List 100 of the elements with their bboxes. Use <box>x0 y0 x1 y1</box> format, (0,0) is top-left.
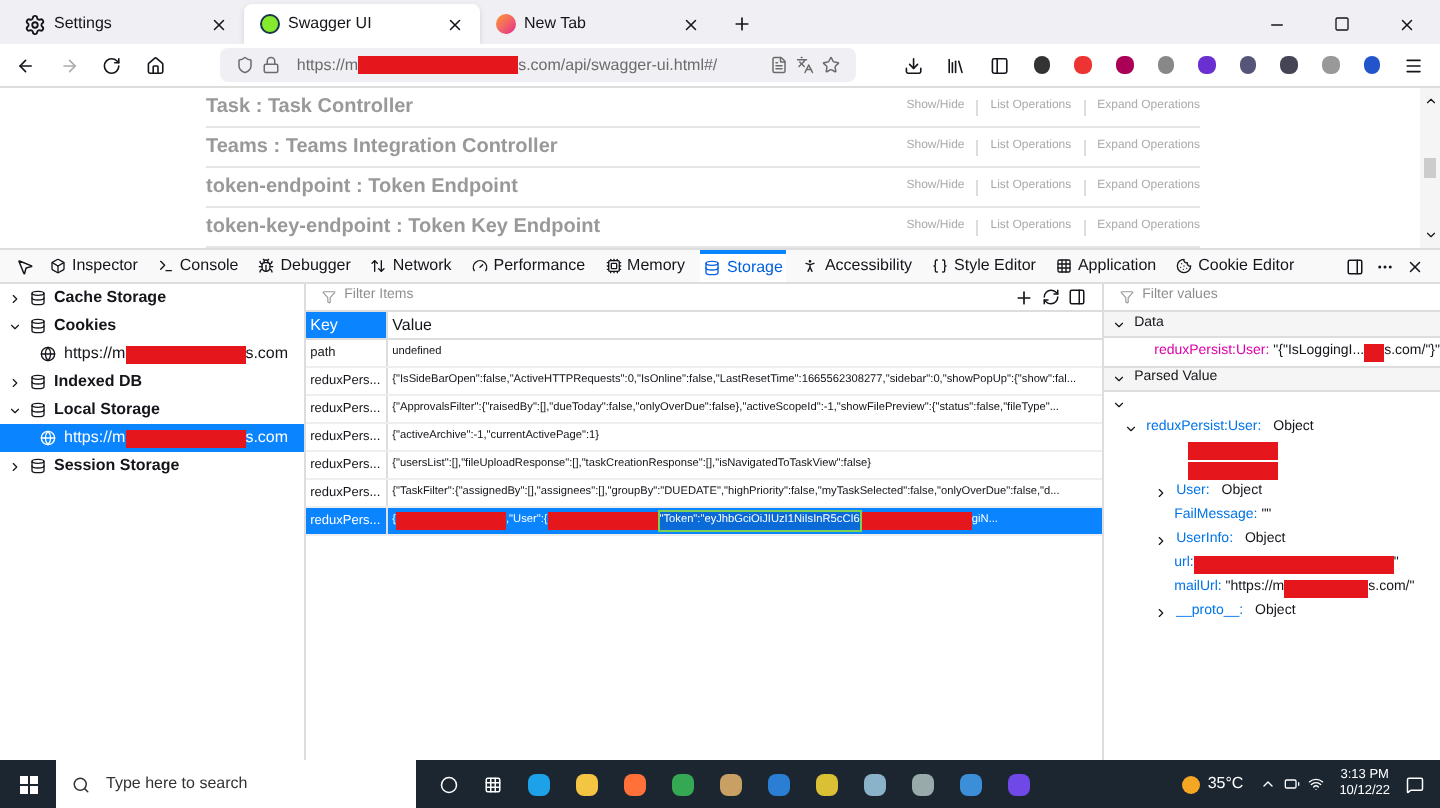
devtools-tab[interactable]: Performance <box>467 250 590 282</box>
gauge-icon <box>471 258 488 274</box>
chevron-right-icon[interactable] <box>8 459 22 473</box>
redaction-bar <box>1364 343 1385 361</box>
devtools-tab[interactable]: Cookie Editor <box>1172 250 1299 282</box>
browser-tab[interactable]: Settings <box>8 4 244 44</box>
storage-tree-item[interactable]: Cookies <box>0 312 305 340</box>
devtools-tab[interactable]: Inspector <box>46 250 142 282</box>
download-icon[interactable] <box>903 55 923 75</box>
taskbar-app-icon[interactable] <box>864 773 886 795</box>
taskbar-app-icon[interactable] <box>528 773 550 795</box>
devtools-tab[interactable]: Application <box>1051 250 1161 282</box>
chevron-down-icon[interactable] <box>8 319 22 333</box>
search-placeholder: Type here to search <box>106 772 248 796</box>
chevron-down-icon[interactable] <box>1112 317 1127 331</box>
devtools-tab[interactable]: Accessibility <box>798 250 917 282</box>
taskbar-app-icon[interactable] <box>912 773 934 795</box>
cortana-icon[interactable] <box>440 775 458 793</box>
database-icon <box>30 290 46 306</box>
terminal-icon <box>157 258 174 274</box>
grid-icon <box>1055 258 1072 274</box>
chevron-right-icon[interactable] <box>8 291 22 305</box>
sidebar-icon[interactable] <box>990 55 1010 75</box>
back-icon[interactable] <box>16 55 36 75</box>
column-header[interactable]: Value <box>386 312 1103 338</box>
close-icon[interactable] <box>446 15 464 33</box>
tray-chevron-icon[interactable] <box>1259 776 1276 792</box>
toggle-sidebar-icon[interactable] <box>1068 288 1087 306</box>
taskbar-app-icon[interactable] <box>720 773 742 795</box>
person-icon <box>802 258 819 274</box>
close-icon[interactable] <box>210 15 228 33</box>
taskbar-app-icon[interactable] <box>672 773 694 795</box>
dock-icon[interactable] <box>1346 257 1364 275</box>
extension-icon[interactable] <box>1115 56 1134 74</box>
translate-icon[interactable] <box>795 56 814 74</box>
task-view-icon[interactable] <box>484 775 502 793</box>
chevron-right-icon[interactable] <box>1154 605 1169 619</box>
menu-icon[interactable] <box>1404 55 1424 75</box>
lock-icon <box>262 56 281 74</box>
home-icon[interactable] <box>145 55 165 75</box>
taskbar-app-icon[interactable] <box>624 773 646 795</box>
column-header[interactable]: Key <box>306 312 387 338</box>
browser-tab[interactable]: Swagger UI <box>244 4 480 44</box>
value-text: https://m <box>64 426 126 450</box>
devtools-tab[interactable]: Style Editor <box>928 250 1040 282</box>
reload-icon[interactable] <box>102 55 122 75</box>
notifications-icon[interactable] <box>1406 775 1424 793</box>
reader-view-icon[interactable] <box>769 56 788 74</box>
chip-icon <box>605 258 622 274</box>
devtools-tab[interactable]: Console <box>153 250 243 282</box>
redaction-bar <box>1188 461 1279 479</box>
firefox-logo-icon <box>496 14 516 34</box>
close-icon[interactable] <box>682 15 700 33</box>
chevron-right-icon[interactable] <box>8 375 22 389</box>
chevron-right-icon[interactable] <box>1154 485 1169 499</box>
shield-icon <box>236 56 255 74</box>
value-text: s.com <box>245 342 289 366</box>
refresh-icon[interactable] <box>1042 288 1061 306</box>
storage-tree-item[interactable]: Local Storage <box>0 396 305 424</box>
value-text: https://m <box>64 342 126 366</box>
new-tab-icon[interactable] <box>732 14 752 34</box>
taskbar-search-field[interactable]: Type here to search <box>56 760 416 808</box>
storage-tree-item[interactable]: Session Storage <box>0 452 305 480</box>
filter-icon <box>1120 290 1135 304</box>
bookmark-star-icon[interactable] <box>821 56 840 74</box>
add-item-icon[interactable] <box>1014 287 1035 307</box>
extension-icon[interactable] <box>1280 56 1299 74</box>
swagger-logo-icon <box>260 14 280 34</box>
scroll-bar[interactable] <box>1420 88 1440 248</box>
extension-icon[interactable] <box>1363 56 1381 74</box>
extension-icon[interactable] <box>1198 56 1216 74</box>
wifi-icon <box>1307 776 1324 792</box>
devtools-tab[interactable]: Network <box>366 250 456 282</box>
storage-origin-item[interactable]: https://m s.com <box>0 424 305 452</box>
devtools-tab[interactable]: Memory <box>601 250 689 282</box>
redaction-bar <box>396 512 506 530</box>
storage-origin-item[interactable]: https://m s.com <box>0 340 305 368</box>
globe-icon <box>40 346 56 362</box>
database-icon <box>30 318 46 334</box>
extension-icon[interactable] <box>1033 56 1051 74</box>
taskbar-app-icon[interactable] <box>816 773 838 795</box>
database-icon <box>30 458 46 474</box>
maximize-icon[interactable] <box>1334 16 1350 32</box>
close-icon[interactable] <box>1406 257 1424 275</box>
taskbar-app-icon[interactable] <box>576 773 598 795</box>
taskbar-app-icon[interactable] <box>960 773 982 795</box>
devtools-tab[interactable]: Storage <box>700 250 787 282</box>
library-icon[interactable] <box>946 55 966 75</box>
element-picker-icon[interactable] <box>16 257 34 275</box>
close-icon[interactable] <box>1398 16 1416 34</box>
storage-tree-item[interactable]: Indexed DB <box>0 368 305 396</box>
extension-icon[interactable] <box>1239 56 1257 74</box>
chevron-down-icon[interactable] <box>8 403 22 417</box>
address-bar[interactable]: https://m s.com/api/swagger-ui.html#/ <box>220 48 856 82</box>
redaction-bar <box>1284 579 1369 597</box>
value-text: s.com <box>245 426 289 450</box>
chevron-right-icon[interactable] <box>1154 533 1169 547</box>
storage-tree-item[interactable]: Cache Storage <box>0 284 305 312</box>
browser-tab[interactable]: New Tab <box>480 4 716 44</box>
devtools-tab[interactable]: Debugger <box>254 250 355 282</box>
